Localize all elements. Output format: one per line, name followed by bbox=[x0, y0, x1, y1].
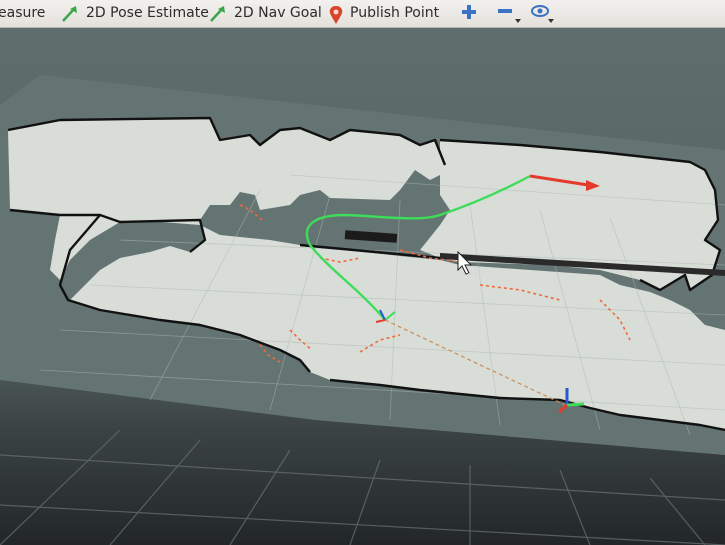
floor-grid bbox=[0, 429, 725, 545]
minus-icon bbox=[496, 0, 522, 27]
add-tool-button[interactable] bbox=[460, 0, 478, 27]
tool-measure[interactable]: easure bbox=[0, 0, 45, 27]
plus-icon bbox=[460, 3, 478, 25]
tool-publish-point-label: Publish Point bbox=[350, 5, 440, 21]
tool-2d-pose-estimate[interactable]: 2D Pose Estimate bbox=[60, 0, 209, 27]
tool-2d-nav-goal-label: 2D Nav Goal bbox=[234, 5, 322, 21]
green-arrow-icon bbox=[208, 5, 228, 23]
tool-2d-nav-goal[interactable]: 2D Nav Goal bbox=[208, 0, 322, 27]
eye-icon bbox=[530, 0, 556, 27]
tool-publish-point[interactable]: Publish Point bbox=[328, 0, 439, 27]
3d-map-viewport[interactable] bbox=[0, 28, 725, 545]
green-arrow-icon bbox=[60, 5, 80, 23]
rviz-toolbar: easure 2D Pose Estimate 2D Nav Goal Publ… bbox=[0, 0, 725, 28]
map-canvas[interactable] bbox=[0, 28, 725, 545]
map-pin-icon bbox=[328, 5, 344, 24]
remove-tool-button[interactable] bbox=[496, 0, 522, 27]
tool-2d-pose-estimate-label: 2D Pose Estimate bbox=[86, 5, 209, 21]
tool-measure-label: easure bbox=[0, 5, 46, 21]
view-tool-button[interactable] bbox=[530, 0, 556, 27]
